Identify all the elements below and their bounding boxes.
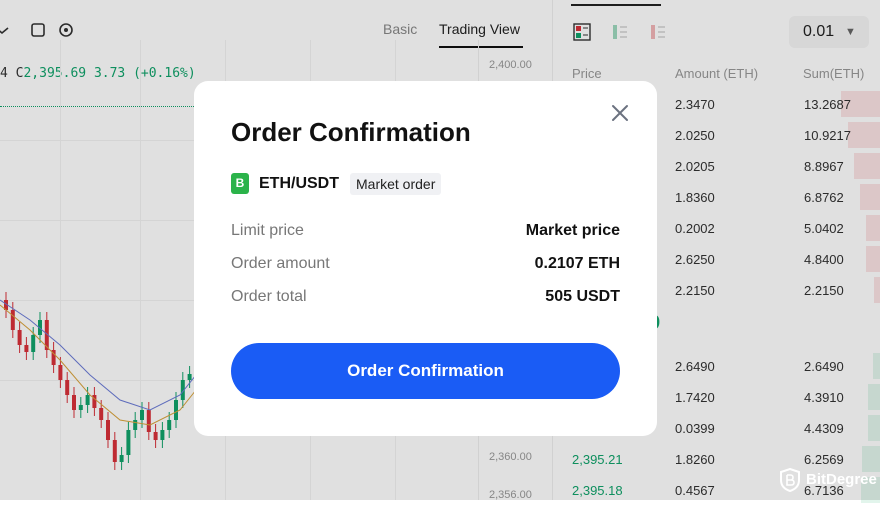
order-total-value: 505 USDT [545,288,620,305]
order-amount-label: Order amount [231,255,330,272]
coin-badge-icon: B [231,173,249,194]
limit-price-value: Market price [525,222,620,239]
pair-name: ETH/USDT [259,175,339,192]
modal-title: Order Confirmation [231,117,471,147]
watermark-text: BitDegree [806,471,877,488]
close-icon[interactable] [608,101,632,125]
limit-price-label: Limit price [231,222,304,239]
order-type-badge: Market order [350,173,442,195]
order-confirmation-button[interactable]: Order Confirmation [231,343,620,399]
order-amount-value: 0.2107 ETH [534,255,620,272]
bitdegree-logo-icon [780,467,800,493]
order-total-label: Order total [231,288,307,305]
order-confirmation-modal: Order Confirmation B ETH/USDT Market ord… [194,81,657,436]
